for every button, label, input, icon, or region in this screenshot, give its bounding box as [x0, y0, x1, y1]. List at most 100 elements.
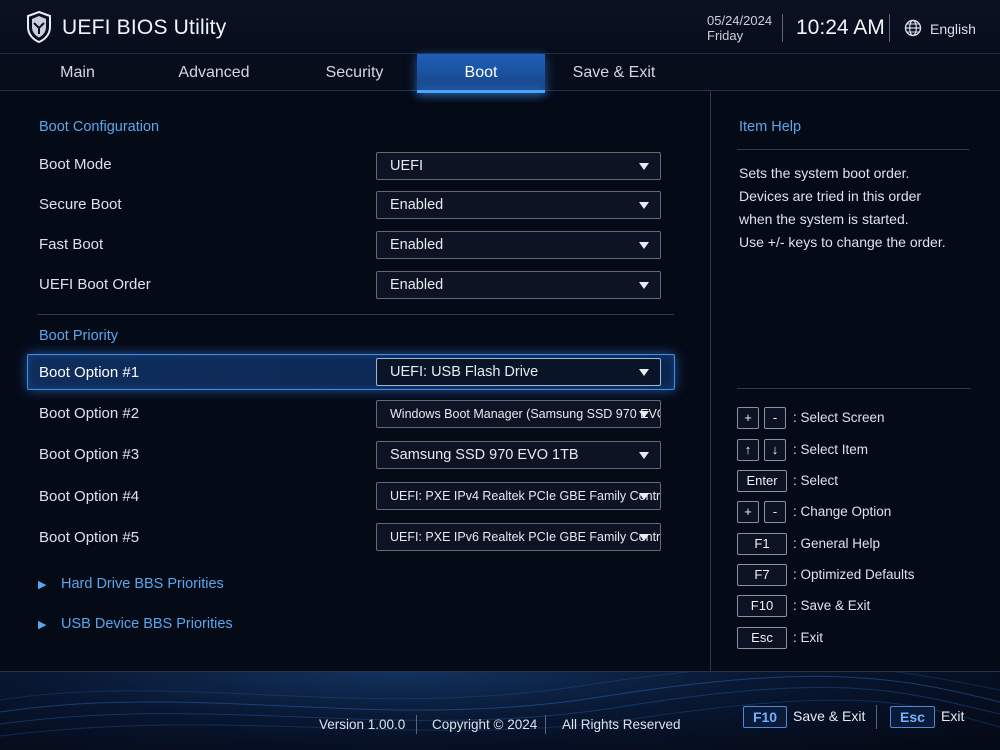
- chevron-down-icon: [639, 452, 649, 459]
- header-divider: [889, 14, 890, 42]
- clock-time: 10:24 AM: [796, 16, 885, 39]
- chevron-down-icon: [639, 282, 649, 289]
- footer-divider: [545, 715, 546, 734]
- uefi-boot-order-value: Enabled: [390, 277, 444, 293]
- header-divider: [782, 14, 783, 42]
- boot-option-2-value: Windows Boot Manager (Samsung SSD 970 EV…: [390, 407, 661, 421]
- tab-save-exit[interactable]: Save & Exit: [548, 54, 680, 91]
- chevron-right-icon: ▶: [38, 579, 47, 591]
- esc-exit-key[interactable]: Esc: [890, 706, 935, 728]
- footer-divider: [876, 705, 877, 729]
- enter-key: Enter: [737, 470, 787, 492]
- uefi-boot-order-select[interactable]: Enabled: [376, 271, 661, 299]
- fast-boot-select[interactable]: Enabled: [376, 231, 661, 259]
- submenu-hard-drive-bbs[interactable]: ▶ Hard Drive BBS Priorities: [38, 576, 224, 592]
- chevron-down-icon: [639, 163, 649, 170]
- section-title-boot-configuration: Boot Configuration: [39, 119, 160, 135]
- day-text: Friday: [707, 28, 744, 43]
- key-desc-change-option: : Change Option: [793, 504, 892, 519]
- boot-mode-label: Boot Mode: [39, 156, 112, 173]
- boot-option-1-row[interactable]: Boot Option #1 UEFI: USB Flash Drive: [27, 354, 675, 390]
- plus-key: +: [737, 501, 759, 523]
- key-desc-save-exit: : Save & Exit: [793, 598, 871, 613]
- submenu-hard-drive-bbs-label: Hard Drive BBS Priorities: [61, 576, 224, 592]
- minus-key: -: [764, 407, 786, 429]
- tab-main[interactable]: Main: [20, 54, 135, 91]
- fast-boot-label: Fast Boot: [39, 236, 104, 253]
- chevron-down-icon: [639, 411, 649, 418]
- boot-option-3-select[interactable]: Samsung SSD 970 EVO 1TB: [376, 441, 661, 469]
- date-display: 05/24/2024 Friday: [707, 13, 772, 43]
- rights-text: All Rights Reserved: [562, 717, 681, 732]
- help-line: Sets the system boot order.: [739, 165, 910, 181]
- app-title: UEFI BIOS Utility: [62, 16, 227, 39]
- help-divider: [737, 388, 971, 389]
- f10-save-exit-key[interactable]: F10: [743, 706, 787, 728]
- title-bar: UEFI BIOS Utility 05/24/2024 Friday 10:2…: [0, 0, 1000, 54]
- fast-boot-value: Enabled: [390, 237, 444, 253]
- help-divider: [737, 149, 969, 150]
- uefi-boot-order-label: UEFI Boot Order: [39, 276, 151, 293]
- boot-option-5-select[interactable]: UEFI: PXE IPv6 Realtek PCIe GBE Family C…: [376, 523, 661, 551]
- boot-option-1-select[interactable]: UEFI: USB Flash Drive: [376, 358, 661, 386]
- chevron-down-icon: [639, 242, 649, 249]
- arrow-down-icon: ↓: [764, 439, 786, 461]
- boot-option-3-label: Boot Option #3: [39, 446, 140, 463]
- language-selector[interactable]: English: [930, 21, 976, 37]
- tab-bar: Main Advanced Security Boot Save & Exit: [0, 54, 1000, 93]
- version-text: Version 1.00.0: [319, 717, 406, 732]
- secure-boot-label: Secure Boot: [39, 196, 122, 213]
- boot-option-2-select[interactable]: Windows Boot Manager (Samsung SSD 970 EV…: [376, 400, 661, 428]
- boot-option-2-label: Boot Option #2: [39, 405, 140, 422]
- f1-key: F1: [737, 533, 787, 555]
- key-desc-select-screen: : Select Screen: [793, 410, 885, 425]
- submenu-usb-device-bbs[interactable]: ▶ USB Device BBS Priorities: [38, 616, 233, 632]
- chevron-down-icon: [639, 369, 649, 376]
- boot-option-3-value: Samsung SSD 970 EVO 1TB: [390, 447, 579, 463]
- section-divider: [37, 314, 674, 315]
- key-desc-select-item: : Select Item: [793, 442, 869, 457]
- boot-mode-value: UEFI: [390, 158, 424, 174]
- tab-advanced[interactable]: Advanced: [150, 54, 278, 91]
- boot-option-5-value: UEFI: PXE IPv6 Realtek PCIe GBE Family C…: [390, 530, 661, 544]
- esc-key: Esc: [737, 627, 787, 649]
- chevron-down-icon: [639, 493, 649, 500]
- boot-option-4-value: UEFI: PXE IPv4 Realtek PCIe GBE Family C…: [390, 489, 661, 503]
- footer-bar: Version 1.00.0 Copyright © 2024 All Righ…: [0, 671, 1000, 750]
- boot-option-1-label: Boot Option #1: [39, 364, 140, 381]
- submenu-usb-device-bbs-label: USB Device BBS Priorities: [61, 616, 233, 632]
- date-text: 05/24/2024: [707, 13, 773, 28]
- copyright-text: Copyright © 2024: [432, 717, 538, 732]
- secure-boot-select[interactable]: Enabled: [376, 191, 661, 219]
- key-desc-general-help: : General Help: [793, 536, 881, 551]
- footer-divider: [416, 715, 417, 734]
- key-desc-select: : Select: [793, 473, 839, 488]
- f10-key: F10: [737, 595, 787, 617]
- boot-option-1-value: UEFI: USB Flash Drive: [390, 364, 539, 380]
- tab-security[interactable]: Security: [292, 54, 417, 91]
- save-exit-button[interactable]: Save & Exit: [793, 708, 865, 724]
- tab-boot[interactable]: Boot: [417, 54, 545, 93]
- boot-option-5-label: Boot Option #5: [39, 529, 140, 546]
- f7-key: F7: [737, 564, 787, 586]
- section-title-boot-priority: Boot Priority: [39, 328, 118, 344]
- chevron-right-icon: ▶: [38, 619, 47, 631]
- chevron-down-icon: [639, 534, 649, 541]
- key-desc-exit: : Exit: [793, 630, 824, 645]
- arrow-up-icon: ↑: [737, 439, 759, 461]
- help-line: Devices are tried in this order: [739, 188, 922, 204]
- help-line: Use +/- keys to change the order.: [739, 234, 946, 250]
- help-panel: Item Help Sets the system boot order. De…: [710, 91, 1000, 671]
- exit-button[interactable]: Exit: [941, 708, 964, 724]
- plus-key: +: [737, 407, 759, 429]
- globe-icon[interactable]: [904, 19, 922, 37]
- help-line: when the system is started.: [739, 211, 909, 227]
- settings-panel: Boot Configuration Boot Mode UEFI Secure…: [0, 91, 710, 671]
- boot-mode-select[interactable]: UEFI: [376, 152, 661, 180]
- item-help-title: Item Help: [739, 119, 802, 135]
- item-help-text: Sets the system boot order. Devices are …: [739, 162, 979, 254]
- minus-key: -: [764, 501, 786, 523]
- boot-option-4-select[interactable]: UEFI: PXE IPv4 Realtek PCIe GBE Family C…: [376, 482, 661, 510]
- boot-option-4-label: Boot Option #4: [39, 488, 140, 505]
- key-desc-optimized-defaults: : Optimized Defaults: [793, 567, 915, 582]
